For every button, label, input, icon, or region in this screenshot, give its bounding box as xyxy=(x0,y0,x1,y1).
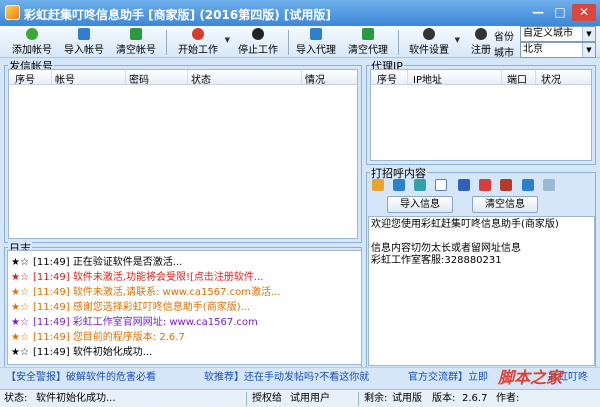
city-select[interactable]: 北京 ▼ xyxy=(520,42,596,58)
auth-label: 授权给 xyxy=(252,393,282,404)
star-icon: ★☆ xyxy=(11,272,29,283)
app-icon xyxy=(5,5,20,20)
clear-proxy-button[interactable]: 清空代理 xyxy=(344,27,392,57)
log-row: ★☆ [11:49] 软件初始化成功... xyxy=(11,347,153,358)
version-label: 版本: xyxy=(432,393,456,404)
col-header[interactable]: 密码 xyxy=(129,71,149,86)
star-icon: ★☆ xyxy=(11,302,29,313)
add-account-button[interactable]: 添加帐号 xyxy=(8,27,56,57)
toolbar-separator xyxy=(288,30,289,55)
star-icon: ★☆ xyxy=(11,317,29,328)
author-label: 作者: xyxy=(496,393,520,404)
watermark: 脚本之家 xyxy=(498,368,563,387)
toolbar: 添加帐号 导入帐号 清空帐号 开始工作 ▼ 停止工作 导入代理 清空代理 软件设… xyxy=(0,26,600,59)
star-icon: ★☆ xyxy=(11,287,29,298)
col-header[interactable]: 端口 xyxy=(507,71,527,86)
toolbar-separator xyxy=(166,30,167,55)
play-icon xyxy=(192,28,204,40)
bug-icon[interactable] xyxy=(500,179,512,191)
remain-label: 剩余: xyxy=(364,393,388,404)
col-header[interactable]: 情况 xyxy=(305,71,325,86)
settings-button[interactable]: 软件设置 ▼ xyxy=(404,27,460,57)
import-icon xyxy=(78,28,90,40)
ticker-link[interactable]: 官方交流群】立即 xyxy=(408,368,488,387)
col-header[interactable]: IP地址 xyxy=(413,71,442,86)
log-row[interactable]: ★☆ [11:49] 软件未激活,请联系: www.ca1567.com激活... xyxy=(11,286,280,299)
import-account-button[interactable]: 导入帐号 xyxy=(60,27,108,57)
dropdown-arrow-icon: ▼ xyxy=(454,36,460,44)
auth-value: 试用用户 xyxy=(290,393,330,404)
pause-icon xyxy=(252,28,264,40)
register-icon xyxy=(475,28,487,40)
user-icon[interactable] xyxy=(372,179,384,191)
tag-icon[interactable] xyxy=(479,179,491,191)
trash-icon xyxy=(362,28,374,40)
clear-info-button[interactable]: 清空信息 xyxy=(472,196,538,213)
font-icon[interactable] xyxy=(435,179,447,191)
chevron-down-icon: ▼ xyxy=(582,27,595,41)
ticker-link[interactable]: 软推荐】还在手动发帖吗?不看这你就 xyxy=(204,368,369,387)
accounts-table-header: 序号 帐号 密码 状态 情况 xyxy=(9,70,357,86)
province-label: 省份 xyxy=(494,32,514,43)
title-bar: 彩虹赶集叮咚信息助手 [商家版] (2016第四版) [试用版] — □ ✕ xyxy=(0,0,600,26)
minimize-button[interactable]: — xyxy=(528,4,548,21)
status-value: 软件初始化成功... xyxy=(36,393,116,404)
start-work-button[interactable]: 开始工作 ▼ xyxy=(172,27,230,57)
close-button[interactable]: ✕ xyxy=(572,4,596,21)
font-style-icon[interactable] xyxy=(458,179,470,191)
proxy-table-header: 序号 IP地址 端口 状况 xyxy=(371,70,591,86)
log-row: ★☆ [11:49] 您目前的程序版本: 2.6.7 xyxy=(11,332,185,343)
log-row: ★☆ [11:49] 正在验证软件是否激活... xyxy=(11,257,183,268)
province-select[interactable]: 自定义城市 ▼ xyxy=(520,26,596,42)
document-icon[interactable] xyxy=(543,179,555,191)
log-row[interactable]: ★☆ [11:49] 软件未激活,功能将会受限![点击注册软件... xyxy=(11,271,263,284)
import-icon xyxy=(310,28,322,40)
version-value: 2.6.7 xyxy=(462,393,488,404)
trash-icon xyxy=(130,28,142,40)
log-list[interactable]: ★☆ [11:49] 正在验证软件是否激活... ★☆ [11:49] 软件未激活,… xyxy=(7,250,362,365)
col-header[interactable]: 序号 xyxy=(377,71,397,86)
greeting-textarea[interactable]: 欢迎您使用彩虹赶集叮咚信息助手(商家版) 信息内容切勿太长或者留网址信息 彩虹工… xyxy=(368,216,595,366)
star-icon: ★☆ xyxy=(11,347,29,358)
toolbar-separator xyxy=(398,30,399,55)
log-text: 彩虹工作室官网网址: www.ca1567.com xyxy=(72,317,258,328)
chevron-down-icon: ▼ xyxy=(582,43,595,57)
log-text: 您目前的程序版本: 2.6.7 xyxy=(72,332,185,343)
log-text: 感谢您选择彩虹叮咚信息助手(商家版)... xyxy=(72,302,251,313)
accounts-table[interactable]: 序号 帐号 密码 状态 情况 xyxy=(8,69,358,239)
status-label: 状态: xyxy=(4,393,28,404)
log-row[interactable]: ★☆ [11:49] 彩虹工作室官网网址: www.ca1567.com xyxy=(11,316,258,329)
star-icon: ★☆ xyxy=(11,332,29,343)
col-header[interactable]: 状况 xyxy=(541,71,561,86)
log-text: 软件未激活,请联系: www.ca1567.com激活... xyxy=(72,287,281,298)
log-text: 正在验证软件是否激活... xyxy=(72,257,183,268)
user-icon[interactable] xyxy=(393,179,405,191)
tools-icon[interactable] xyxy=(522,179,534,191)
col-header[interactable]: 状态 xyxy=(191,71,211,86)
proxy-table[interactable]: 序号 IP地址 端口 状况 xyxy=(370,69,592,161)
col-header[interactable]: 帐号 xyxy=(55,71,75,86)
remain-value: 试用版 xyxy=(392,393,422,404)
log-text: 软件初始化成功... xyxy=(72,347,153,358)
dropdown-arrow-icon: ▼ xyxy=(224,36,230,44)
maximize-button[interactable]: □ xyxy=(550,4,570,21)
clock-icon[interactable] xyxy=(414,179,426,191)
city-label: 城市 xyxy=(494,48,514,59)
add-icon xyxy=(26,28,38,40)
register-button[interactable]: 注册 xyxy=(470,27,492,57)
info-icon xyxy=(423,28,435,40)
stop-work-button[interactable]: 停止工作 xyxy=(232,27,284,57)
import-info-button[interactable]: 导入信息 xyxy=(387,196,453,213)
ticker-link[interactable]: 【安全警报】破解软件的危害必看 xyxy=(6,368,156,387)
clear-account-button[interactable]: 清空帐号 xyxy=(112,27,160,57)
import-proxy-button[interactable]: 导入代理 xyxy=(292,27,340,57)
col-header[interactable]: 序号 xyxy=(15,71,35,86)
log-text: 软件未激活,功能将会受限![点击注册软件... xyxy=(72,272,264,283)
log-row: ★☆ [11:49] 感谢您选择彩虹叮咚信息助手(商家版)... xyxy=(11,302,251,313)
window-title: 彩虹赶集叮咚信息助手 [商家版] (2016第四版) [试用版] xyxy=(24,8,331,22)
status-bar: 状态: 软件初始化成功... 授权给 试用用户 剩余: 试用版 版本: 2.6.… xyxy=(0,389,600,407)
star-icon: ★☆ xyxy=(11,257,29,268)
